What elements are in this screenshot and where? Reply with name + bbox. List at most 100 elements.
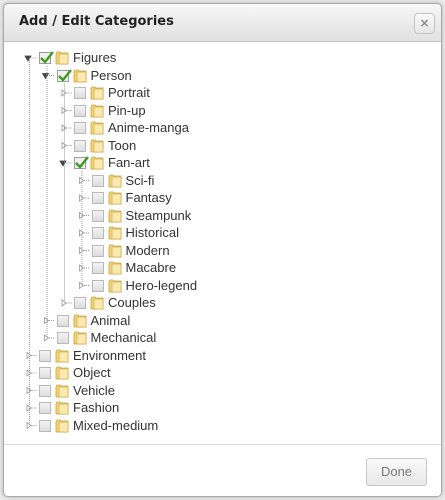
tree-node-label[interactable]: Portrait <box>108 85 150 100</box>
collapsed-arrow-icon[interactable] <box>79 176 85 185</box>
tree-node-label[interactable]: Environment <box>73 348 146 363</box>
checkbox[interactable] <box>74 122 86 134</box>
tree-node-label[interactable]: Modern <box>126 243 170 258</box>
checkbox[interactable] <box>91 192 104 204</box>
tree-node-sci-fi[interactable]: Sci-fi <box>91 173 392 190</box>
collapsed-arrow-icon[interactable] <box>79 246 85 255</box>
collapsed-arrow-icon[interactable] <box>61 299 67 307</box>
checkbox-checked[interactable] <box>39 51 54 64</box>
checkbox-checked[interactable] <box>56 68 72 82</box>
tree-node-couples[interactable]: Couples <box>74 295 374 312</box>
tree-node-label[interactable]: Mixed-medium <box>73 418 158 433</box>
folder-icon <box>108 209 121 222</box>
tree-node-macabre[interactable]: Macabre <box>91 260 392 277</box>
folder-icon <box>108 174 121 187</box>
dialog-title: Add / Edit Categories <box>19 14 174 29</box>
folder-icon <box>73 331 86 345</box>
checkbox[interactable] <box>91 174 104 187</box>
tree-node-modern[interactable]: Modern <box>91 243 392 260</box>
tree-node-object[interactable]: Object <box>39 365 339 382</box>
folder-icon <box>55 51 69 65</box>
checkbox[interactable] <box>56 314 69 327</box>
category-tree: Figures Person Portrait Pin-up Anime-manga To… <box>4 42 441 444</box>
tree-node-pin-up[interactable]: Pin-up <box>74 103 374 120</box>
folder-icon <box>90 86 104 100</box>
tree-node-label[interactable]: Fashion <box>73 400 119 415</box>
tree-node-label[interactable]: Figures <box>73 50 116 65</box>
checkbox[interactable] <box>91 227 104 239</box>
tree-node-environment[interactable]: Environment <box>39 348 339 365</box>
tree-node-fashion[interactable]: Fashion <box>39 400 339 417</box>
checkmark-icon <box>57 68 72 82</box>
tree-node-label[interactable]: Object <box>73 365 111 380</box>
add-edit-categories-dialog: Add / Edit Categories × Figures Person Por… <box>3 3 442 497</box>
tree-node-mechanical[interactable]: Mechanical <box>56 330 357 347</box>
tree-node-steampunk[interactable]: Steampunk <box>91 208 392 225</box>
tree-node-label[interactable]: Mechanical <box>91 330 157 345</box>
dialog-footer: Done <box>4 444 441 496</box>
close-icon: × <box>419 16 430 30</box>
checkbox[interactable] <box>39 384 51 397</box>
checkbox-checked[interactable] <box>74 156 89 169</box>
folder-icon <box>90 156 104 170</box>
tree-node-label[interactable]: Anime-manga <box>108 120 189 135</box>
tree-node-historical[interactable]: Historical <box>91 225 392 242</box>
tree-node-label[interactable]: Toon <box>108 138 136 153</box>
checkbox[interactable] <box>74 104 86 117</box>
collapsed-arrow-icon[interactable] <box>44 334 50 342</box>
folder-icon <box>108 244 121 257</box>
checkbox[interactable] <box>91 244 104 257</box>
checkbox[interactable] <box>56 332 69 344</box>
checkbox[interactable] <box>91 209 104 222</box>
tree-node-label[interactable]: Animal <box>91 313 131 328</box>
folder-icon <box>108 261 121 275</box>
folder-icon <box>55 384 69 397</box>
tree-node-mixed-medium[interactable]: Mixed-medium <box>39 418 339 435</box>
checkbox[interactable] <box>39 419 51 432</box>
folder-icon <box>73 69 86 82</box>
tree-node-person[interactable]: Person <box>56 68 357 85</box>
checkbox[interactable] <box>74 297 86 309</box>
folder-icon <box>90 139 104 152</box>
tree-node-label[interactable]: Sci-fi <box>126 173 155 188</box>
folder-icon <box>55 366 69 380</box>
tree-node-figures[interactable]: Figures <box>39 50 339 67</box>
collapsed-arrow-icon[interactable] <box>61 89 67 97</box>
checkbox[interactable] <box>39 402 51 414</box>
collapsed-arrow-icon[interactable] <box>26 351 32 360</box>
checkbox[interactable] <box>39 367 51 379</box>
tree-node-label[interactable]: Fantasy <box>126 190 172 205</box>
done-button[interactable]: Done <box>366 458 427 486</box>
tree-node-hero-legend[interactable]: Hero-legend <box>91 278 392 295</box>
checkbox[interactable] <box>74 139 86 152</box>
checkbox[interactable] <box>39 349 51 362</box>
tree-node-label[interactable]: Fan-art <box>108 155 150 170</box>
collapsed-arrow-icon[interactable] <box>26 421 32 430</box>
tree-node-label[interactable]: Historical <box>126 225 179 240</box>
tree-node-label[interactable]: Macabre <box>126 260 177 275</box>
folder-icon <box>90 296 104 310</box>
tree-node-label[interactable]: Person <box>91 68 132 83</box>
tree-node-portrait[interactable]: Portrait <box>74 85 374 102</box>
tree-node-animal[interactable]: Animal <box>56 313 357 330</box>
tree-node-anime-manga[interactable]: Anime-manga <box>74 120 374 137</box>
close-button[interactable]: × <box>414 13 435 34</box>
tree-node-label[interactable]: Couples <box>108 295 156 310</box>
tree-node-fan-art[interactable]: Fan-art <box>74 155 374 172</box>
tree-node-toon[interactable]: Toon <box>74 138 374 155</box>
dialog-titlebar[interactable]: Add / Edit Categories × <box>4 4 441 42</box>
checkbox[interactable] <box>74 87 86 99</box>
folder-icon <box>90 121 104 135</box>
tree-node-fantasy[interactable]: Fantasy <box>91 190 392 207</box>
tree-node-label[interactable]: Hero-legend <box>126 278 198 293</box>
folder-icon <box>55 419 69 432</box>
folder-icon <box>73 314 86 327</box>
tree-node-label[interactable]: Pin-up <box>108 103 146 118</box>
tree-node-label[interactable]: Vehicle <box>73 383 115 398</box>
checkmark-icon <box>40 51 54 64</box>
folder-icon <box>108 226 121 240</box>
tree-node-label[interactable]: Steampunk <box>126 208 192 223</box>
checkbox[interactable] <box>91 262 104 274</box>
tree-node-vehicle[interactable]: Vehicle <box>39 383 339 400</box>
checkbox[interactable] <box>91 279 104 292</box>
